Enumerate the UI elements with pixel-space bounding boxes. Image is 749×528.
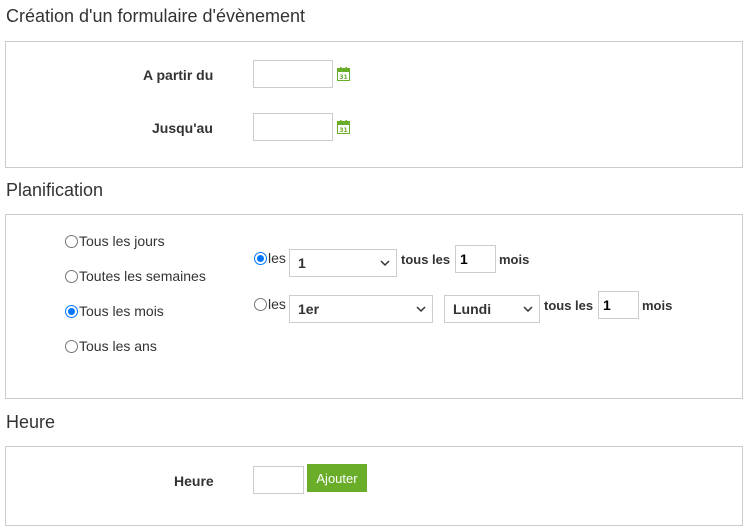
- time-label: Heure: [174, 473, 214, 489]
- every-label: tous les: [401, 252, 451, 267]
- weekday-select-value: Lundi: [453, 301, 492, 317]
- radio-monthly-weekday[interactable]: [254, 297, 267, 311]
- chevron-down-icon: [380, 260, 390, 267]
- month-unit-label: mois: [499, 252, 530, 267]
- ordinal-select[interactable]: 1er: [289, 295, 433, 323]
- ordinal-select-value: 1er: [298, 301, 320, 317]
- day-select[interactable]: 1: [289, 249, 397, 277]
- month-unit-label: mois: [642, 298, 673, 313]
- time-panel: Heure Ajouter: [5, 446, 743, 526]
- monthly-weekday-interval-input[interactable]: [598, 291, 639, 319]
- monthly-day-option[interactable]: les: [254, 250, 286, 266]
- svg-text:31: 31: [339, 74, 347, 81]
- chevron-down-icon: [416, 306, 426, 313]
- frequency-weekly-option[interactable]: Toutes les semaines: [65, 268, 206, 284]
- day-select-value: 1: [298, 255, 306, 271]
- chevron-down-icon: [523, 306, 533, 313]
- calendar-icon[interactable]: 31: [337, 67, 350, 81]
- radio-monthly[interactable]: [65, 304, 78, 318]
- monthly-day-interval-input[interactable]: [455, 245, 496, 273]
- every-label: tous les: [544, 298, 594, 313]
- planning-section-title: Planification: [6, 180, 104, 200]
- planning-panel: Tous les jours Toutes les semaines Tous …: [5, 214, 743, 399]
- frequency-daily-label: Tous les jours: [79, 233, 165, 249]
- monthly-day-radio-label: les: [268, 250, 286, 266]
- add-button[interactable]: Ajouter: [307, 464, 367, 492]
- radio-yearly[interactable]: [65, 339, 78, 353]
- monthly-weekday-option[interactable]: les: [254, 296, 286, 312]
- monthly-weekday-radio-label: les: [268, 296, 286, 312]
- to-date-label: Jusqu'au: [152, 120, 213, 136]
- frequency-monthly-option[interactable]: Tous les mois: [65, 303, 164, 319]
- to-date-input[interactable]: [253, 113, 333, 141]
- frequency-yearly-option[interactable]: Tous les ans: [65, 338, 157, 354]
- svg-text:31: 31: [339, 127, 347, 134]
- frequency-yearly-label: Tous les ans: [79, 338, 157, 354]
- event-section-title: Création d'un formulaire d'évènement: [6, 6, 306, 26]
- radio-monthly-day[interactable]: [254, 251, 267, 265]
- time-input[interactable]: [253, 466, 304, 494]
- frequency-daily-option[interactable]: Tous les jours: [65, 233, 165, 249]
- calendar-icon[interactable]: 31: [337, 120, 350, 134]
- radio-weekly[interactable]: [65, 269, 78, 283]
- frequency-monthly-label: Tous les mois: [79, 303, 164, 319]
- from-date-input[interactable]: [253, 60, 333, 88]
- from-date-label: A partir du: [143, 67, 214, 83]
- time-section-title: Heure: [6, 412, 56, 432]
- weekday-select[interactable]: Lundi: [444, 295, 540, 323]
- radio-daily[interactable]: [65, 234, 78, 248]
- event-date-panel: A partir du 31 Jusqu'au 31: [5, 41, 743, 168]
- frequency-weekly-label: Toutes les semaines: [79, 268, 206, 284]
